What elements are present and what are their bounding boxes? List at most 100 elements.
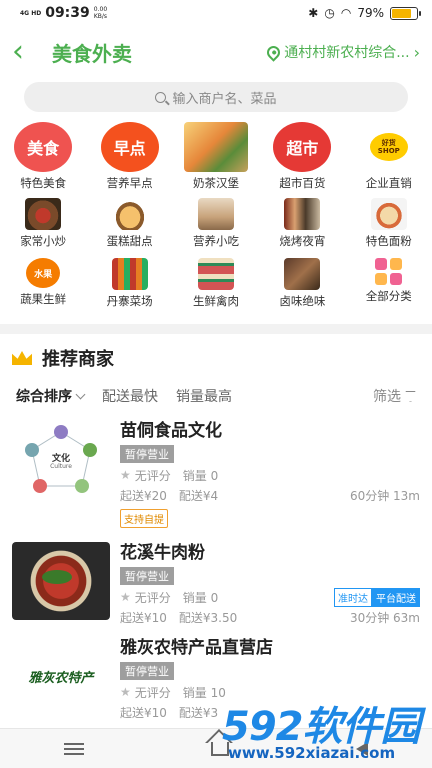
- bbq-icon: [284, 198, 321, 230]
- category-label: 卤味绝味: [279, 294, 326, 308]
- page-title: 美食外卖: [52, 41, 132, 66]
- battery-icon: [390, 6, 421, 20]
- shop-badge-text: 好货 SHOP: [369, 133, 408, 161]
- category-label: 蔬果生鲜: [20, 292, 67, 306]
- sort-comprehensive[interactable]: 综合排序: [16, 386, 86, 406]
- category-meat-poultry[interactable]: 生鲜禽肉: [173, 258, 259, 318]
- shop-name: 雅灰农特产品直营店: [120, 638, 273, 658]
- search-input[interactable]: 输入商户名、菜品: [24, 82, 408, 112]
- rating-row: ★ 无评分 销量 0: [120, 467, 420, 483]
- battery-level: [392, 8, 411, 18]
- on-time-badge: 准时达: [334, 587, 372, 607]
- shop-badge-icon: 好货 SHOP: [360, 122, 418, 172]
- filter-label: 筛选: [373, 389, 401, 405]
- menu-icon[interactable]: [63, 742, 84, 755]
- recommend-header: 推荐商家: [0, 334, 432, 382]
- braised-icon: [284, 258, 321, 290]
- filter-button[interactable]: 筛选: [373, 386, 416, 406]
- app-header: ‹ 美食外卖 通村村新农村综合... ›: [0, 26, 432, 78]
- sort-fastest-delivery[interactable]: 配送最快: [102, 386, 158, 406]
- chevron-left-icon[interactable]: ‹: [12, 37, 38, 67]
- shop-name: 花溪牛肉粉: [120, 543, 205, 563]
- chevron-right-icon: ›: [413, 42, 420, 62]
- status-badge: 暂停营业: [120, 662, 174, 680]
- chevron-down-icon: [75, 389, 86, 400]
- sales-text: 销量 0: [182, 590, 219, 605]
- category-noodles[interactable]: 特色面粉: [346, 198, 432, 258]
- sort-bar: 综合排序 配送最快 销量最高 筛选: [0, 382, 432, 410]
- min-order: 起送¥10: [120, 610, 167, 625]
- rating-text: 无评分: [134, 685, 171, 700]
- category-supermarket[interactable]: 超市 超市百货: [259, 122, 345, 198]
- category-special-food[interactable]: 美食 特色美食: [0, 122, 86, 198]
- category-label: 特色美食: [20, 176, 67, 190]
- category-snacks[interactable]: 营养小吃: [173, 198, 259, 258]
- category-label: 丹寨菜场: [106, 294, 153, 308]
- breakfast-icon: 早点: [100, 122, 159, 172]
- eta-distance: 30分钟 63m: [349, 610, 420, 625]
- shop-logo-text: 雅灰农特产: [28, 670, 94, 686]
- signal-indicator: 4G HD: [20, 9, 42, 17]
- shop-logo: 文化 Culture: [12, 420, 110, 498]
- shop-card[interactable]: 花溪牛肉粉 暂停营业 ★ 无评分 销量 0 准时达 平台配送 起送¥10 配送¥…: [0, 528, 432, 625]
- category-braised[interactable]: 卤味绝味: [259, 258, 345, 318]
- net-speed: 0.00 KB/s: [94, 6, 107, 20]
- category-enterprise-direct[interactable]: 好货 SHOP 企业直销: [346, 122, 432, 198]
- milk-tea-burger-icon: [183, 122, 248, 172]
- section-divider: [0, 324, 432, 334]
- battery-percent: 79%: [357, 6, 384, 20]
- rating-text: 无评分: [134, 468, 171, 483]
- shop-info: 花溪牛肉粉 暂停营业 ★ 无评分 销量 0 准时达 平台配送 起送¥10 配送¥…: [120, 542, 420, 625]
- category-home-cooking[interactable]: 家常小炒: [0, 198, 86, 258]
- meat-icon: [197, 258, 234, 290]
- status-badge: 暂停营业: [120, 445, 174, 463]
- delivery-row: 起送¥20 配送¥4 60分钟 13m: [120, 487, 420, 503]
- category-label: 企业直销: [365, 176, 412, 190]
- shop-photo: [12, 542, 110, 620]
- eta-distance: 60分钟 13m: [349, 488, 420, 503]
- noodle-icon: [370, 198, 407, 230]
- stir-fry-icon: [25, 198, 62, 230]
- alarm-icon: ◷: [324, 6, 335, 20]
- category-breakfast[interactable]: 早点 营养早点: [86, 122, 172, 198]
- location-text: 通村村新农村综合...: [284, 45, 410, 61]
- category-bbq-night[interactable]: 烧烤夜宵: [259, 198, 345, 258]
- shop-name: 苗侗食品文化: [120, 421, 222, 441]
- category-all[interactable]: 全部分类: [346, 258, 432, 318]
- search-placeholder: 输入商户名、菜品: [172, 91, 277, 107]
- food-icon: 美食: [14, 122, 73, 172]
- category-label: 生鲜禽肉: [192, 294, 239, 308]
- category-fresh-produce[interactable]: 水果 蔬果生鲜: [0, 258, 86, 318]
- net-speed-value: 0.00: [93, 6, 108, 13]
- shop-card[interactable]: 文化 Culture 苗侗食品文化 暂停营业 ★ 无评分 销量 0 起送¥20 …: [0, 410, 432, 528]
- section-title: 推荐商家: [42, 349, 114, 370]
- location-selector[interactable]: 通村村新农村综合... ›: [264, 42, 420, 62]
- platform-delivery-badge: 平台配送: [372, 587, 420, 607]
- rating-row: ★ 无评分 销量 0 准时达 平台配送: [120, 587, 420, 607]
- category-cake-dessert[interactable]: 蛋糕甜点: [86, 198, 172, 258]
- category-tea-burger[interactable]: 奶茶汉堡: [173, 122, 259, 198]
- category-danzhai-market[interactable]: 丹寨菜场: [86, 258, 172, 318]
- category-label: 蛋糕甜点: [106, 234, 153, 248]
- category-label: 特色面粉: [365, 234, 412, 248]
- pickup-tag: 支持自提: [120, 509, 168, 528]
- delivery-fee: 配送¥3: [178, 705, 219, 720]
- supermarket-icon: 超市: [273, 122, 332, 172]
- min-order: 起送¥20: [120, 488, 167, 503]
- status-badge: 暂停营业: [120, 567, 174, 585]
- funnel-icon: [405, 390, 416, 402]
- delivery-fee: 配送¥4: [178, 488, 219, 503]
- category-label: 营养早点: [106, 176, 153, 190]
- delivery-row: 起送¥10 配送¥3.50 30分钟 63m: [120, 609, 420, 625]
- delivery-fee: 配送¥3.50: [178, 610, 238, 625]
- shop-info: 苗侗食品文化 暂停营业 ★ 无评分 销量 0 起送¥20 配送¥4 60分钟 1…: [120, 420, 420, 528]
- sort-top-sales[interactable]: 销量最高: [176, 386, 232, 406]
- star-icon: ★: [120, 468, 131, 482]
- star-icon: ★: [120, 590, 131, 604]
- shop-logo-subtext: Culture: [50, 463, 72, 470]
- category-label: 奶茶汉堡: [192, 176, 239, 190]
- star-icon: ★: [120, 685, 131, 699]
- category-label: 全部分类: [365, 289, 412, 303]
- category-label: 烧烤夜宵: [279, 234, 326, 248]
- category-label: 超市百货: [279, 176, 326, 190]
